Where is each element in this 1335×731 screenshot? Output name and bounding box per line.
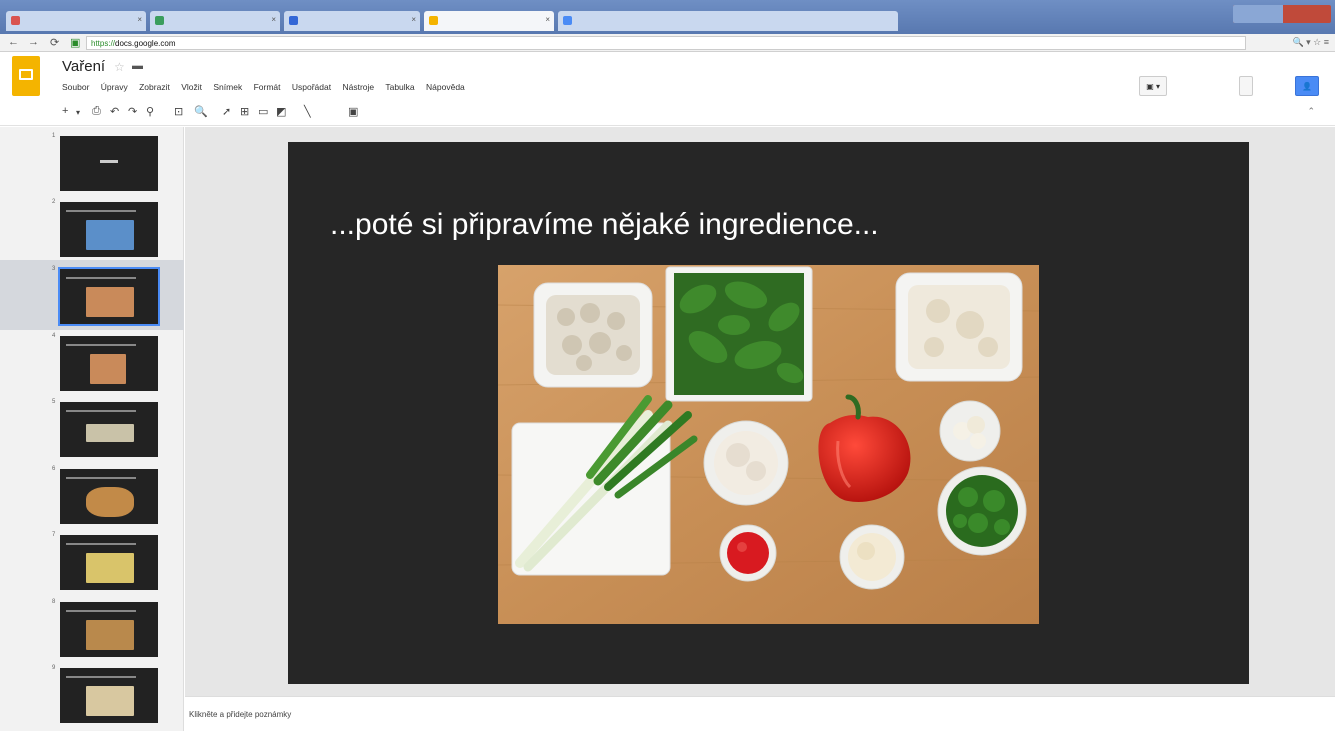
- lock-icon: ▣: [70, 37, 81, 49]
- forward-arrow-icon[interactable]: →: [28, 36, 39, 48]
- slide-thumbnail[interactable]: 2: [0, 193, 184, 257]
- ingredients-photo[interactable]: [498, 265, 1039, 624]
- folder-icon[interactable]: ▬: [132, 60, 143, 72]
- menu-item[interactable]: Soubor: [62, 82, 89, 92]
- paint-format-icon[interactable]: ⚲: [146, 105, 154, 118]
- slide-number: 5: [52, 399, 56, 405]
- browser-tab-bar: × × × ×: [0, 0, 1335, 34]
- slide-thumbnail[interactable]: 9: [0, 659, 184, 723]
- slide-number: 7: [52, 532, 56, 538]
- toolbar: + ▾ ⎙ ↶ ↷ ⚲ ⊡ 🔍 ➚ ⊞ ▭ ◩ ╲ ▣ ⌃: [0, 100, 1335, 126]
- slide-number: 1: [52, 133, 56, 139]
- slides-favicon-icon: [429, 16, 438, 25]
- url-input[interactable]: https://docs.google.com: [86, 36, 1246, 50]
- slide-thumbnail[interactable]: 7: [0, 526, 184, 590]
- menu-item[interactable]: Úpravy: [101, 82, 128, 92]
- back-arrow-icon[interactable]: ←: [8, 36, 19, 48]
- menu-item[interactable]: Zobrazit: [139, 82, 170, 92]
- image-icon[interactable]: ▭: [258, 105, 268, 118]
- document-title[interactable]: Vaření: [62, 58, 105, 75]
- url-scheme: https://: [91, 39, 116, 48]
- slide-preview: [60, 202, 158, 257]
- browser-tab-2[interactable]: ×: [150, 11, 280, 31]
- slide-filmstrip: 1 2 3 4 5 6 7 8 9: [0, 127, 184, 731]
- chevron-down-icon[interactable]: ▾: [76, 108, 80, 117]
- slides-header: Vaření ☆ ▬ Soubor Úpravy Zobrazit Vložit…: [0, 52, 1335, 100]
- browser-tab-4-active[interactable]: ×: [424, 11, 554, 31]
- browser-tab-5[interactable]: [558, 11, 898, 31]
- slide-thumbnail[interactable]: 6: [0, 460, 184, 524]
- new-slide-icon[interactable]: +: [62, 105, 68, 117]
- tab-favicon-icon: [563, 16, 572, 25]
- close-icon[interactable]: ×: [411, 15, 416, 24]
- slide-preview: [60, 336, 158, 391]
- close-icon[interactable]: ×: [137, 15, 142, 24]
- browser-tab-1[interactable]: ×: [6, 11, 146, 31]
- slide-preview: [58, 267, 160, 326]
- notes-placeholder: Klikněte a přidejte poznámky: [189, 710, 292, 719]
- url-host: docs.google.com: [115, 39, 176, 48]
- zoom-fit-icon[interactable]: ⊡: [174, 105, 183, 118]
- speaker-notes[interactable]: Klikněte a přidejte poznámky: [185, 696, 1335, 731]
- menu-item[interactable]: Vložit: [181, 82, 202, 92]
- menu-item[interactable]: Snímek: [213, 82, 242, 92]
- shape-icon[interactable]: ◩: [276, 105, 286, 118]
- tab-favicon-icon: [11, 16, 20, 25]
- slide-thumbnail[interactable]: 1: [0, 127, 184, 191]
- current-slide[interactable]: ...poté si připravíme nějaké ingredience…: [288, 142, 1249, 684]
- zoom-icon[interactable]: 🔍: [194, 105, 208, 118]
- address-bar: ← → ⟳ ▣ https://docs.google.com 🔍 ▾ ☆ ≡: [0, 34, 1335, 52]
- close-icon[interactable]: ×: [545, 15, 550, 24]
- select-pointer-icon[interactable]: ➚: [222, 105, 231, 118]
- slide-thumbnail[interactable]: 8: [0, 593, 184, 657]
- menu-item[interactable]: Tabulka: [385, 82, 414, 92]
- present-button[interactable]: ▣ ▾: [1139, 76, 1167, 96]
- star-icon[interactable]: ☆: [114, 60, 125, 74]
- slide-thumbnail[interactable]: 5: [0, 393, 184, 457]
- reload-icon[interactable]: ⟳: [50, 36, 59, 49]
- bookmark-star-icon[interactable]: 🔍 ▾ ☆ ≡: [1292, 37, 1329, 48]
- comment-icon[interactable]: ▣: [348, 105, 358, 118]
- menu-bar: Soubor Úpravy Zobrazit Vložit Snímek For…: [62, 82, 483, 92]
- menu-item[interactable]: Uspořádat: [292, 82, 331, 92]
- tab-favicon-icon: [155, 16, 164, 25]
- comments-button[interactable]: [1239, 76, 1253, 96]
- slide-number: 6: [52, 466, 56, 472]
- slide-number: 8: [52, 599, 56, 605]
- slide-number: 3: [52, 266, 56, 272]
- slide-preview: [60, 469, 158, 524]
- text-box-icon[interactable]: ⊞: [240, 105, 249, 118]
- slide-preview: [60, 602, 158, 657]
- slide-title[interactable]: ...poté si připravíme nějaké ingredience…: [330, 208, 879, 242]
- browser-tab-3[interactable]: ×: [284, 11, 420, 31]
- tab-favicon-icon: [289, 16, 298, 25]
- share-button[interactable]: 👤: [1295, 76, 1319, 96]
- slide-preview: [60, 136, 158, 191]
- menu-item[interactable]: Nápověda: [426, 82, 465, 92]
- collapse-toolbar-icon[interactable]: ⌃: [1307, 106, 1315, 117]
- close-icon[interactable]: ×: [271, 15, 276, 24]
- slides-logo-icon[interactable]: [12, 56, 40, 96]
- slide-preview: [60, 402, 158, 457]
- print-icon[interactable]: ⎙: [92, 105, 101, 118]
- slide-preview: [60, 668, 158, 723]
- slide-thumbnail-selected[interactable]: 3: [0, 260, 184, 330]
- slide-preview: [60, 535, 158, 590]
- redo-icon[interactable]: ↷: [128, 105, 137, 118]
- slide-thumbnail[interactable]: 4: [0, 327, 184, 391]
- slide-number: 2: [52, 199, 56, 205]
- menu-item[interactable]: Formát: [254, 82, 281, 92]
- undo-icon[interactable]: ↶: [110, 105, 119, 118]
- slide-number: 9: [52, 665, 56, 671]
- window-controls[interactable]: [1233, 5, 1331, 23]
- menu-item[interactable]: Nástroje: [342, 82, 374, 92]
- minimize-button[interactable]: [1233, 5, 1283, 23]
- slide-number: 4: [52, 333, 56, 339]
- line-icon[interactable]: ╲: [304, 105, 311, 118]
